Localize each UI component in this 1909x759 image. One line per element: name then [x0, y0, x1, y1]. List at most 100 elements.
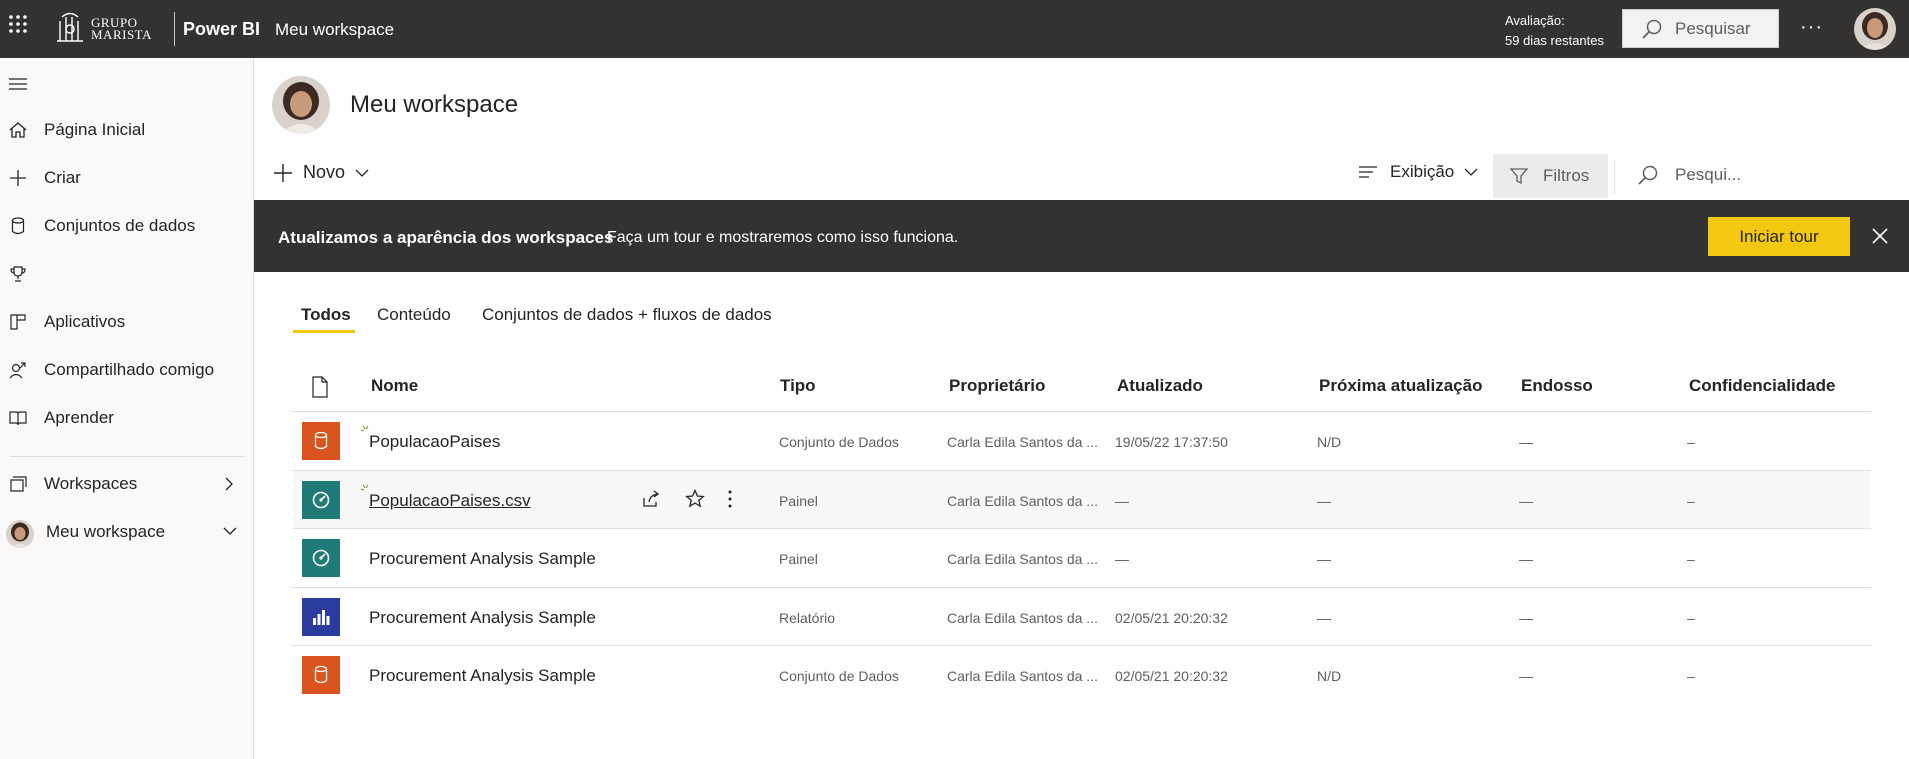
favorite-star-icon[interactable]: [685, 489, 705, 509]
table-row[interactable]: Procurement Analysis Sample Relatório Ca…: [293, 587, 1871, 646]
page-title: Meu workspace: [350, 91, 519, 118]
sidebar-item-label: Workspaces: [44, 474, 138, 493]
item-type: Conjunto de Dados: [779, 668, 899, 684]
item-owner: Carla Edila Santos da ...: [947, 434, 1098, 450]
more-options-icon[interactable]: ···: [1800, 16, 1823, 39]
sidebar-item-my-workspace[interactable]: Meu workspace: [0, 512, 254, 552]
start-tour-button[interactable]: Iniciar tour: [1708, 217, 1850, 256]
column-header-next-refresh[interactable]: Próxima atualização: [1319, 376, 1482, 396]
item-name[interactable]: PopulacaoPaises: [369, 432, 500, 452]
global-search-input[interactable]: Pesquisar: [1622, 9, 1779, 48]
chevron-down-icon: [355, 169, 369, 177]
search-placeholder: Pesqui...: [1675, 165, 1742, 184]
tab-content[interactable]: Conteúdo: [377, 305, 451, 325]
search-icon: [1642, 19, 1662, 39]
item-next-refresh: N/D: [1317, 434, 1342, 450]
tab-all[interactable]: Todos: [301, 305, 351, 325]
table-row[interactable]: PopulacaoPaises Conjunto de Dados Carla …: [293, 411, 1871, 470]
filter-label: Filtros: [1543, 166, 1590, 185]
sidebar-item-datasets[interactable]: Conjuntos de dados: [0, 206, 254, 246]
top-bar: GRUPO MARISTA Power BI Meu workspace Ava…: [0, 0, 1909, 58]
grupo-marista-logo[interactable]: GRUPO MARISTA: [54, 10, 152, 48]
table-row[interactable]: Procurement Analysis Sample Conjunto de …: [293, 645, 1871, 704]
item-type: Conjunto de Dados: [779, 434, 899, 450]
column-header-owner[interactable]: Proprietário: [949, 376, 1045, 396]
view-dropdown[interactable]: Exibição: [1358, 162, 1478, 182]
item-updated: 02/05/21 20:20:32: [1115, 668, 1228, 684]
filter-button[interactable]: Filtros: [1493, 154, 1608, 198]
dataset-icon: [302, 422, 340, 460]
item-endorsement: —: [1519, 551, 1533, 567]
active-tab-indicator: [293, 330, 355, 333]
sidebar-item-label: Aprender: [44, 408, 114, 427]
new-button[interactable]: Novo: [273, 162, 369, 183]
trial-days: 59 dias restantes: [1505, 33, 1605, 48]
close-icon[interactable]: [1871, 227, 1889, 245]
item-owner: Carla Edila Santos da ...: [947, 493, 1098, 509]
sidebar-item-shared[interactable]: Compartilhado comigo: [0, 350, 254, 390]
item-name[interactable]: Procurement Analysis Sample: [369, 608, 596, 628]
sidebar-item-create[interactable]: Criar: [0, 158, 254, 198]
column-header-name[interactable]: Nome: [371, 376, 418, 396]
user-avatar[interactable]: [1854, 8, 1896, 50]
workspace-avatar: [272, 76, 330, 134]
sidebar-item-goals[interactable]: [0, 254, 254, 294]
column-header-type[interactable]: Tipo: [780, 376, 816, 396]
sidebar-divider: [10, 456, 244, 457]
breadcrumb-workspace[interactable]: Meu workspace: [275, 20, 394, 40]
app-launcher-icon[interactable]: [8, 14, 28, 34]
item-name[interactable]: Procurement Analysis Sample: [369, 666, 596, 686]
trial-label: Avaliação:: [1505, 13, 1565, 28]
dashboard-icon: [302, 539, 340, 577]
sidebar-item-home[interactable]: Página Inicial: [0, 110, 254, 150]
item-name[interactable]: PopulacaoPaises.csv: [369, 491, 531, 511]
sidebar-item-workspaces[interactable]: Workspaces: [0, 464, 254, 504]
sidebar-item-apps[interactable]: Aplicativos: [0, 302, 254, 342]
marista-emblem-icon: [57, 12, 83, 42]
item-sensitivity: –: [1687, 493, 1695, 509]
avatar: [6, 520, 34, 548]
item-sensitivity: –: [1687, 551, 1695, 567]
sidebar-item-label: Criar: [44, 168, 81, 187]
chevron-down-icon: [1464, 168, 1478, 176]
trophy-icon: [10, 266, 26, 282]
book-icon: [9, 411, 27, 426]
report-icon: [302, 598, 340, 636]
workspaces-icon: [10, 476, 27, 492]
trial-status[interactable]: Avaliação: 59 dias restantes: [1505, 11, 1604, 51]
column-header-updated[interactable]: Atualizado: [1117, 376, 1203, 396]
table-row[interactable]: PopulacaoPaises.csv Painel Carla Edila S…: [293, 470, 1871, 529]
column-header-endorsement[interactable]: Endosso: [1521, 376, 1593, 396]
dashboard-icon: [302, 481, 340, 519]
item-sensitivity: –: [1687, 610, 1695, 626]
chevron-down-icon[interactable]: [222, 524, 238, 538]
sidebar-item-learn[interactable]: Aprender: [0, 398, 254, 438]
item-owner: Carla Edila Santos da ...: [947, 668, 1098, 684]
view-lines-icon: [1359, 166, 1377, 178]
sidebar-item-label: Compartilhado comigo: [44, 360, 215, 379]
search-icon: [1638, 165, 1658, 185]
item-owner: Carla Edila Santos da ...: [947, 610, 1098, 626]
table-row[interactable]: Procurement Analysis Sample Painel Carla…: [293, 528, 1871, 587]
item-updated: —: [1115, 551, 1129, 567]
item-updated: —: [1115, 493, 1129, 509]
hamburger-menu-icon[interactable]: [8, 76, 28, 92]
chevron-right-icon[interactable]: [222, 476, 236, 492]
tab-datasets-dataflows[interactable]: Conjuntos de dados + fluxos de dados: [482, 305, 772, 325]
document-type-icon: [312, 376, 328, 398]
brand-name[interactable]: Power BI: [183, 19, 260, 40]
item-name[interactable]: Procurement Analysis Sample: [369, 549, 596, 569]
column-header-sensitivity[interactable]: Confidencialidade: [1689, 376, 1835, 396]
item-next-refresh: —: [1317, 551, 1331, 567]
view-label: Exibição: [1390, 162, 1455, 181]
home-icon: [9, 122, 27, 138]
apps-icon: [10, 314, 26, 330]
share-icon[interactable]: [641, 489, 661, 509]
item-type: Relatório: [779, 610, 836, 626]
item-next-refresh: —: [1317, 610, 1331, 626]
more-options-icon[interactable]: [727, 489, 733, 509]
workspace-search-input[interactable]: Pesqui...: [1637, 164, 1741, 186]
dataset-icon: [302, 656, 340, 694]
banner-title: Atualizamos a aparência dos workspaces: [278, 228, 614, 247]
item-next-refresh: N/D: [1317, 668, 1342, 684]
